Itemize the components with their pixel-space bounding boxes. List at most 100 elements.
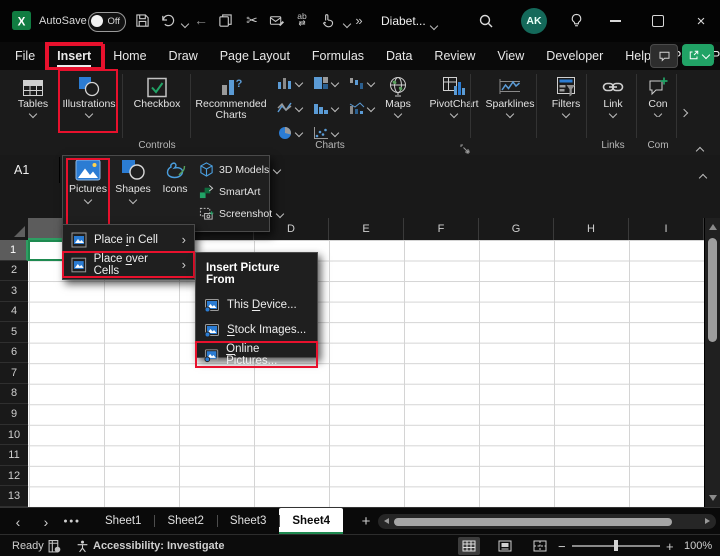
row-header[interactable]: 3: [0, 281, 28, 302]
scroll-right-icon[interactable]: [705, 518, 710, 524]
row-header[interactable]: 8: [0, 384, 28, 405]
ribbon-tab[interactable]: Developer: [535, 43, 614, 69]
cut-icon[interactable]: ✂: [243, 11, 261, 29]
pictures-submenu-item[interactable]: Place over Cells ›: [62, 251, 195, 278]
scatter-chart-button[interactable]: [313, 126, 340, 140]
sheet-tab[interactable]: Sheet4: [279, 508, 344, 535]
zoom-out-button[interactable]: −: [558, 535, 566, 556]
new-comment-button[interactable]: Con: [641, 72, 675, 117]
page-break-view-button[interactable]: [529, 537, 551, 555]
share-button[interactable]: [682, 44, 714, 66]
zoom-slider[interactable]: [572, 535, 660, 556]
row-header[interactable]: 6: [0, 343, 28, 364]
document-title[interactable]: Diabet...: [381, 14, 426, 28]
insert-picture-from-item[interactable]: Online Pictures...: [195, 341, 318, 368]
sheet-list-icon[interactable]: ●●●: [62, 508, 82, 535]
column-header[interactable]: G: [479, 218, 554, 240]
pivotchart-button[interactable]: PivotChart: [422, 72, 486, 119]
horizontal-scroll-thumb[interactable]: [394, 517, 672, 526]
accessibility-status[interactable]: Accessibility: Investigate: [93, 535, 224, 556]
formula-bar-collapse-icon[interactable]: [698, 168, 708, 186]
sheet-tab[interactable]: Sheet3: [216, 508, 279, 535]
ribbon-tab[interactable]: Insert: [45, 42, 104, 70]
vertical-scrollbar[interactable]: [704, 218, 720, 507]
tables-button[interactable]: Tables: [8, 72, 58, 119]
zoom-slider-thumb[interactable]: [614, 540, 618, 552]
row-header[interactable]: 12: [0, 466, 28, 487]
macro-record-icon[interactable]: [48, 535, 61, 556]
ribbon-tab[interactable]: Data: [375, 43, 423, 69]
sparklines-button[interactable]: Sparklines: [480, 72, 540, 119]
pictures-button[interactable]: Pictures: [66, 158, 110, 228]
ribbon-tab[interactable]: Draw: [158, 43, 209, 69]
undo-icon[interactable]: [158, 11, 176, 29]
hierarchy-chart-button[interactable]: [313, 76, 340, 90]
row-header[interactable]: 2: [0, 261, 28, 282]
shapes-button[interactable]: Shapes: [113, 159, 153, 227]
recommended-charts-button[interactable]: ? Recommended Charts: [194, 72, 268, 121]
pie-chart-button[interactable]: [277, 126, 304, 140]
maps-button[interactable]: Maps: [374, 72, 422, 119]
scroll-down-icon[interactable]: [709, 495, 717, 501]
zoom-in-button[interactable]: +: [666, 535, 674, 556]
avatar[interactable]: AK: [521, 8, 547, 34]
row-header[interactable]: 10: [0, 425, 28, 446]
icons-button[interactable]: Icons: [155, 159, 195, 227]
sheet-tab[interactable]: Sheet2: [154, 508, 216, 535]
illustrations-button[interactable]: Illustrations: [61, 72, 117, 119]
sheet-next-icon[interactable]: ›: [36, 508, 56, 535]
lightbulb-icon[interactable]: [567, 11, 585, 29]
normal-view-button[interactable]: [458, 537, 480, 555]
select-all-corner[interactable]: [0, 218, 29, 240]
sheet-tab[interactable]: Sheet1: [92, 508, 154, 535]
touch-mode-icon[interactable]: [318, 11, 336, 29]
comments-button[interactable]: [650, 44, 678, 68]
name-box[interactable]: A1: [0, 157, 60, 183]
row-header[interactable]: 1: [0, 240, 28, 261]
sheet-prev-icon[interactable]: ‹: [8, 508, 28, 535]
copy-icon[interactable]: [216, 11, 234, 29]
find-replace-icon[interactable]: ab ⇄: [293, 11, 311, 29]
mail-icon[interactable]: [268, 11, 286, 29]
pictures-submenu-item[interactable]: Place in Cell ›: [63, 227, 194, 252]
combo-chart-button[interactable]: [349, 101, 376, 115]
page-layout-view-button[interactable]: [494, 537, 516, 555]
horizontal-scrollbar[interactable]: [378, 514, 716, 529]
save-icon[interactable]: [133, 11, 151, 29]
autosave-toggle[interactable]: Off: [88, 12, 126, 32]
row-header[interactable]: 9: [0, 404, 28, 425]
ribbon-tab[interactable]: File: [4, 43, 46, 69]
column-chart-button[interactable]: [277, 76, 304, 90]
row-header[interactable]: 13: [0, 486, 28, 507]
line-chart-button[interactable]: [277, 101, 304, 115]
maximize-button[interactable]: [643, 0, 673, 42]
row-header[interactable]: 5: [0, 322, 28, 343]
3d-models-item[interactable]: 3D Models: [199, 162, 282, 177]
more-commands-icon[interactable]: »: [350, 11, 368, 29]
add-sheet-button[interactable]: +: [356, 508, 376, 535]
vertical-scroll-thumb[interactable]: [708, 238, 717, 342]
minimize-button[interactable]: [600, 0, 630, 42]
zoom-level[interactable]: 100%: [684, 535, 712, 556]
insert-picture-from-item[interactable]: Stock Images...: [196, 317, 317, 342]
smartart-item[interactable]: SmartArt: [199, 184, 260, 199]
column-header[interactable]: H: [554, 218, 629, 240]
ribbon-tab[interactable]: Home: [102, 43, 157, 69]
ribbon-tab[interactable]: Formulas: [301, 43, 375, 69]
insert-picture-from-item[interactable]: This Device...: [196, 292, 317, 317]
search-icon[interactable]: [477, 12, 495, 30]
column-header[interactable]: I: [629, 218, 704, 240]
worksheet-cells[interactable]: [28, 240, 704, 507]
row-header[interactable]: 4: [0, 302, 28, 323]
filters-button[interactable]: Filters: [544, 72, 588, 119]
back-arrow-icon[interactable]: ←: [192, 11, 210, 29]
histogram-chart-button[interactable]: [313, 101, 340, 115]
column-header[interactable]: E: [329, 218, 404, 240]
ribbon-tab[interactable]: Review: [423, 43, 486, 69]
scroll-left-icon[interactable]: [384, 518, 389, 524]
close-button[interactable]: ×: [686, 0, 716, 42]
ribbon-tab[interactable]: View: [486, 43, 535, 69]
column-header[interactable]: F: [404, 218, 479, 240]
scroll-up-icon[interactable]: [709, 224, 717, 230]
waterfall-chart-button[interactable]: [349, 76, 376, 90]
